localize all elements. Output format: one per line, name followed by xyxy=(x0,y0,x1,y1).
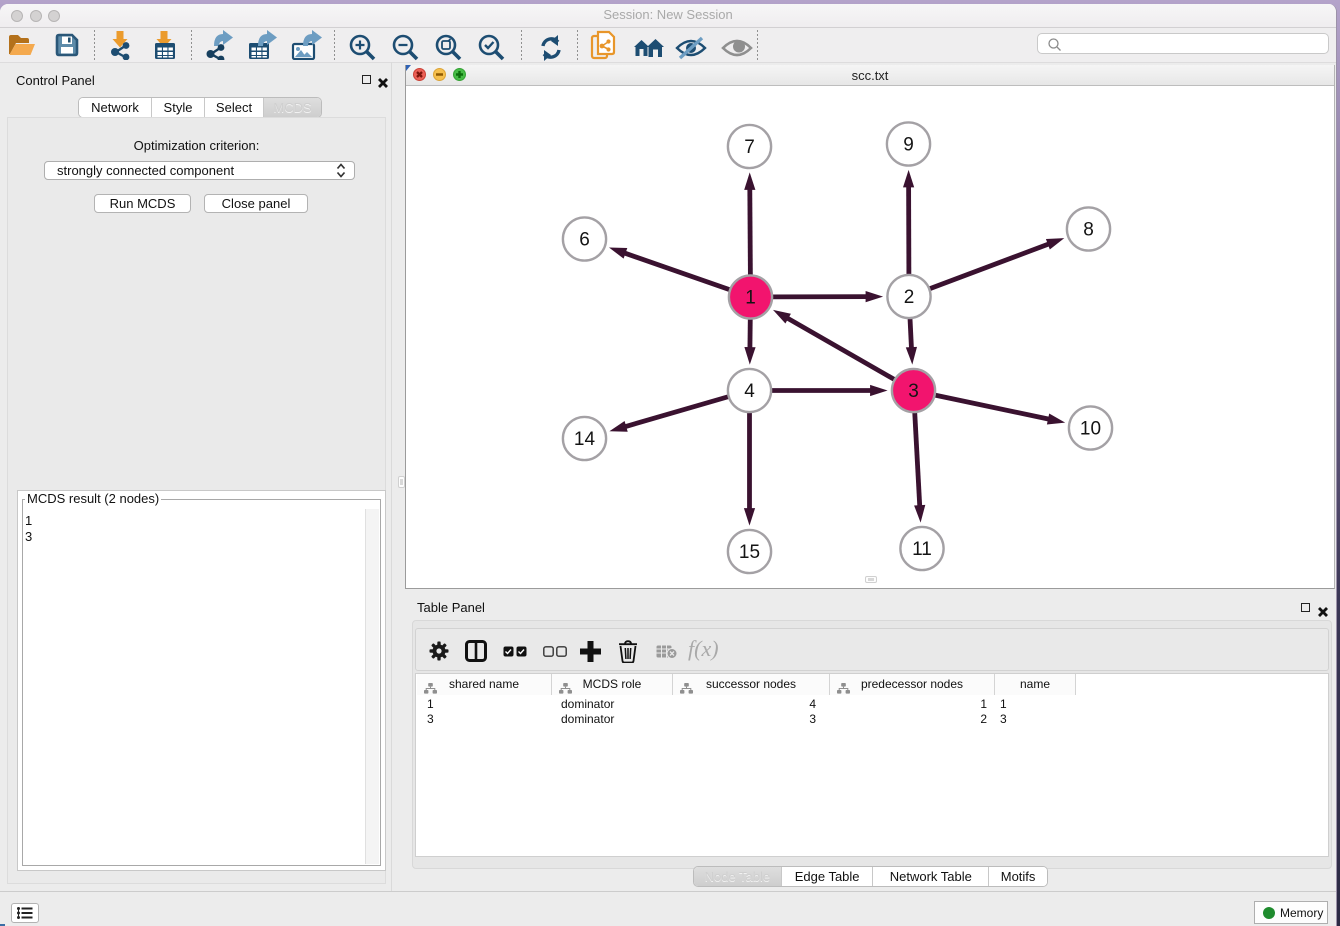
svg-text:6: 6 xyxy=(579,230,590,251)
svg-text:7: 7 xyxy=(744,137,755,158)
svg-text:1: 1 xyxy=(745,288,756,309)
svg-text:15: 15 xyxy=(739,542,760,563)
svg-text:2: 2 xyxy=(904,287,915,308)
svg-text:9: 9 xyxy=(903,135,914,156)
svg-text:8: 8 xyxy=(1083,220,1094,241)
svg-text:10: 10 xyxy=(1080,419,1101,440)
svg-text:14: 14 xyxy=(574,429,596,450)
svg-text:4: 4 xyxy=(744,381,755,402)
svg-text:11: 11 xyxy=(912,539,932,560)
svg-text:3: 3 xyxy=(908,381,919,402)
